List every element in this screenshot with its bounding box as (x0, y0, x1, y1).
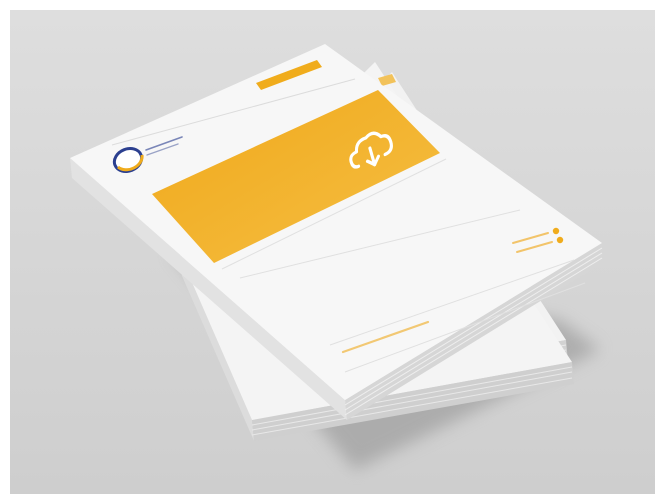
phone-icon (556, 236, 564, 244)
document-stack-mockup (10, 10, 655, 494)
globe-icon (552, 227, 560, 235)
mockup-scene (0, 0, 665, 504)
